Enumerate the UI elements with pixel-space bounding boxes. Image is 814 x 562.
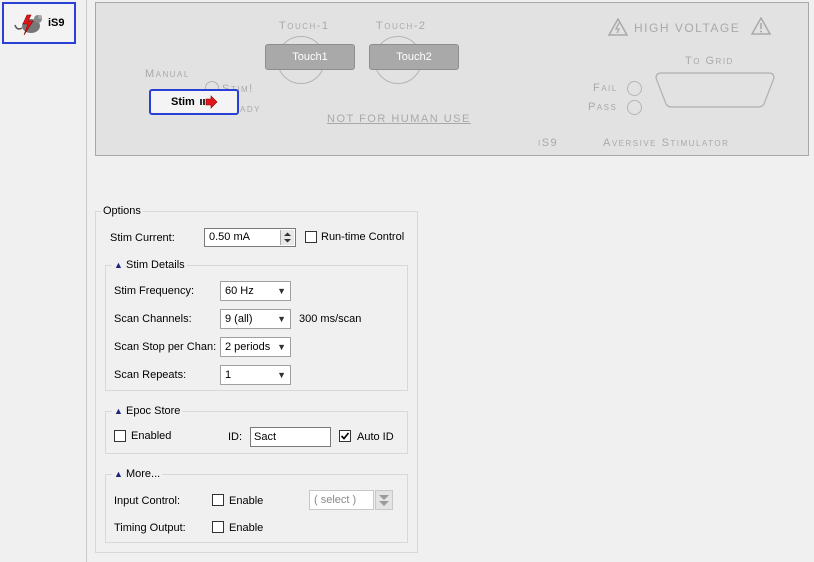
- scan-stop-value: 2 periods: [225, 341, 271, 353]
- chevron-down-icon: ▼: [277, 342, 286, 352]
- scan-stop-select[interactable]: 2 periods ▼: [220, 337, 291, 357]
- more-header[interactable]: ▲ More...: [112, 468, 163, 480]
- options-title: Options: [101, 205, 143, 217]
- pass-label: Pass: [588, 101, 618, 113]
- chevron-down-icon: ▼: [277, 370, 286, 380]
- auto-id-checkbox[interactable]: [339, 430, 351, 442]
- grid-connector: [655, 72, 775, 108]
- epoc-id-value: Sact: [254, 431, 277, 443]
- sidebar: [0, 0, 87, 562]
- stim-button-label: Stim: [171, 96, 195, 108]
- scan-channels-select[interactable]: 9 (all) ▼: [220, 309, 291, 329]
- arrow-right-icon: [200, 95, 218, 109]
- pass-led: [627, 100, 642, 115]
- fail-led: [627, 81, 642, 96]
- spinner-up-down-icon: [284, 232, 291, 243]
- timing-output-enable-checkbox[interactable]: [212, 521, 224, 533]
- stim-button[interactable]: Stim: [149, 89, 239, 115]
- stim-current-value: 0.50 mA: [209, 231, 250, 243]
- ready-led-label: ady: [240, 103, 261, 115]
- to-grid-label: To Grid: [685, 55, 734, 67]
- scan-channels-value: 9 (all): [225, 313, 253, 325]
- timing-output-enable-label: Enable: [229, 522, 264, 534]
- collapse-triangle-icon: ▲: [114, 406, 123, 416]
- scan-repeats-select[interactable]: 1 ▼: [220, 365, 291, 385]
- aversive-stimulator-label: Aversive Stimulator: [603, 137, 730, 149]
- warning-icon: [608, 18, 628, 36]
- input-control-enable-label: Enable: [229, 495, 264, 507]
- input-control-select[interactable]: ( select ): [309, 490, 374, 510]
- warning-icon: [751, 17, 771, 35]
- input-control-label: Input Control:: [114, 495, 181, 507]
- model-label: iS9: [538, 137, 559, 149]
- epoc-store-header[interactable]: ▲ Epoc Store: [112, 405, 183, 417]
- chevron-down-icon: [379, 495, 389, 506]
- touch1-etch-label: Touch-1: [279, 20, 330, 32]
- stim-frequency-value: 60 Hz: [225, 285, 254, 297]
- scan-repeats-label: Scan Repeats:: [114, 369, 187, 381]
- collapse-triangle-icon: ▲: [114, 469, 123, 479]
- stim-frequency-select[interactable]: 60 Hz ▼: [220, 281, 291, 301]
- auto-id-label: Auto ID: [357, 431, 394, 443]
- stim-details-header[interactable]: ▲ Stim Details: [112, 259, 187, 271]
- runtime-control-label: Run-time Control: [321, 231, 405, 243]
- chevron-down-icon: ▼: [277, 286, 286, 296]
- epoc-enabled-checkbox[interactable]: [114, 430, 126, 442]
- check-icon: [340, 432, 350, 440]
- epoc-enabled-label: Enabled: [131, 430, 172, 442]
- input-control-select-placeholder: ( select ): [314, 494, 357, 506]
- device-label: iS9: [48, 17, 65, 29]
- more-title: More...: [125, 468, 161, 480]
- high-voltage-label: HIGH VOLTAGE: [634, 21, 741, 35]
- input-control-select-arrow[interactable]: [375, 490, 393, 510]
- stim-frequency-label: Stim Frequency:: [114, 285, 195, 297]
- runtime-control-checkbox[interactable]: [305, 231, 317, 243]
- collapse-triangle-icon: ▲: [114, 260, 123, 270]
- epoc-id-label: ID:: [228, 431, 243, 443]
- manual-label: Manual: [145, 68, 190, 80]
- device-tab-is9[interactable]: iS9: [2, 2, 76, 44]
- stim-current-label: Stim Current:: [110, 232, 175, 244]
- stim-details-title: Stim Details: [125, 259, 185, 271]
- spinner-arrows[interactable]: [280, 230, 294, 245]
- input-control-enable-checkbox[interactable]: [212, 494, 224, 506]
- epoc-store-title: Epoc Store: [125, 405, 181, 417]
- touch2-etch-label: Touch-2: [376, 20, 427, 32]
- scan-rate-text: 300 ms/scan: [299, 313, 362, 325]
- scan-channels-label: Scan Channels:: [114, 313, 192, 325]
- touch1-button[interactable]: Touch1: [265, 44, 355, 70]
- mouse-stim-icon: [14, 14, 42, 36]
- timing-output-label: Timing Output:: [114, 522, 186, 534]
- scan-stop-label: Scan Stop per Chan:: [114, 341, 217, 353]
- stim-current-spinner[interactable]: 0.50 mA: [204, 228, 296, 247]
- chevron-down-icon: ▼: [277, 314, 286, 324]
- touch2-button[interactable]: Touch2: [369, 44, 459, 70]
- fail-label: Fail: [593, 82, 618, 94]
- not-for-human-use-label: NOT FOR HUMAN USE: [327, 113, 471, 125]
- scan-repeats-value: 1: [225, 369, 232, 381]
- epoc-id-input[interactable]: Sact: [250, 427, 331, 447]
